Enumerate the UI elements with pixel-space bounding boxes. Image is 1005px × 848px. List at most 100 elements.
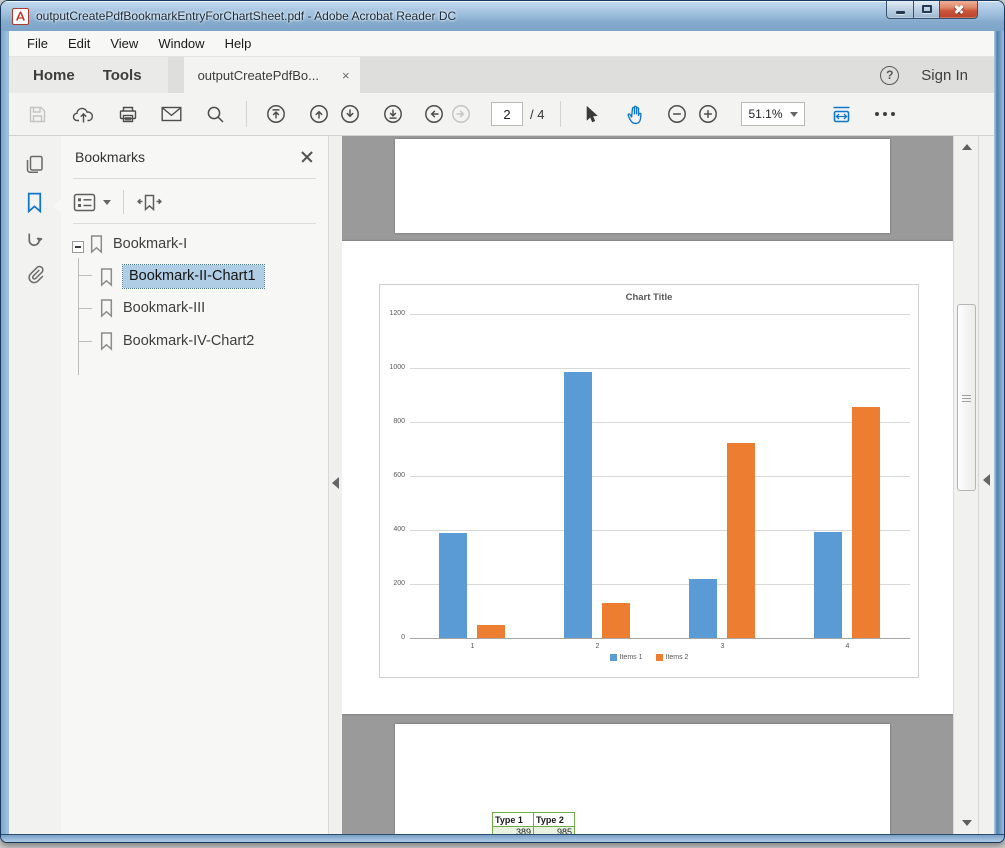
bookmark-options-icon[interactable] (73, 192, 111, 213)
chart-bar (477, 625, 505, 639)
help-icon[interactable]: ? (880, 66, 899, 85)
menu-edit[interactable]: Edit (58, 32, 100, 55)
zoom-in-icon[interactable] (698, 104, 718, 124)
bookmark-item[interactable]: Bookmark-IV-Chart2 (99, 331, 254, 351)
scrollbar-thumb[interactable] (957, 304, 976, 491)
y-tick-label: 1200 (380, 310, 405, 317)
tab-bar: Home Tools outputCreatePdfBo... × ? Sign… (9, 57, 994, 93)
first-page-icon[interactable] (266, 104, 286, 124)
app-window: outputCreatePdfBookmarkEntryForChartShee… (0, 0, 1005, 843)
document-pane[interactable]: Chart Title Items 1Items 2 0 200 400 600 800… (342, 136, 953, 834)
expand-tools-pane-icon[interactable] (983, 474, 990, 486)
bar-chart: Chart Title Items 1Items 2 0 200 400 600 800… (379, 284, 919, 678)
back-icon[interactable] (424, 104, 444, 124)
bookmarks-toolbar (73, 187, 163, 217)
select-tool-icon[interactable] (582, 105, 599, 124)
tab-close-icon[interactable]: × (342, 68, 350, 83)
signatures-icon[interactable] (24, 230, 45, 251)
chart-bar (689, 579, 717, 638)
tab-home[interactable]: Home (19, 57, 89, 93)
chart-bar (814, 532, 842, 638)
pdf-page-1 (395, 139, 890, 233)
expand-current-bookmark-icon[interactable] (136, 191, 163, 214)
close-icon (953, 3, 965, 15)
chart-title: Chart Title (380, 292, 918, 303)
pdf-page-2: Chart Title Items 1Items 2 0 200 400 600 800… (342, 241, 953, 714)
share-upload-icon[interactable] (72, 105, 95, 124)
chart-legend: Items 1Items 2 (380, 654, 918, 661)
menu-window[interactable]: Window (148, 32, 214, 55)
gridline (410, 476, 910, 477)
tab-document-label: outputCreatePdfBo... (198, 68, 319, 83)
panel-splitter[interactable] (328, 136, 342, 834)
minimize-button[interactable] (886, 0, 913, 19)
y-tick-label: 400 (380, 526, 405, 533)
legend-item: Items 1 (610, 654, 643, 661)
tools-pane-strip[interactable] (978, 136, 994, 834)
hand-tool-icon[interactable] (625, 104, 646, 125)
maximize-button[interactable] (913, 0, 940, 19)
title-bar[interactable]: outputCreatePdfBookmarkEntryForChartShee… (1, 1, 1004, 31)
chart-bar (602, 603, 630, 638)
page-thumbnails-icon[interactable] (24, 154, 45, 175)
bookmarks-tree: Bookmark-I Bookmark-II-Chart1 Bookmark-I… (61, 232, 328, 532)
bookmark-label: Bookmark-IV-Chart2 (123, 333, 254, 349)
email-icon[interactable] (161, 106, 182, 122)
vertical-scrollbar[interactable] (953, 136, 978, 834)
last-page-icon[interactable] (383, 104, 403, 124)
save-icon[interactable] (28, 105, 47, 124)
next-page-icon[interactable] (340, 104, 360, 124)
bookmark-icon (99, 267, 114, 287)
scroll-down-icon[interactable] (962, 820, 972, 826)
zoom-level-value: 51.1% (748, 107, 782, 121)
attachments-paperclip-icon[interactable] (24, 264, 46, 286)
y-tick-label: 1000 (380, 364, 405, 371)
gridline (410, 422, 910, 423)
close-button[interactable] (940, 0, 978, 19)
zoom-level-select[interactable]: 51.1% (741, 102, 805, 126)
chevron-down-icon (103, 200, 111, 205)
x-tick-label: 4 (836, 643, 860, 650)
scroll-up-icon[interactable] (962, 144, 972, 150)
y-tick-label: 600 (380, 472, 405, 479)
sign-in-button[interactable]: Sign In (921, 67, 968, 84)
y-tick-label: 0 (380, 634, 405, 641)
legend-swatch (610, 654, 617, 661)
table-cell: 389 (493, 827, 534, 835)
gridline (410, 314, 910, 315)
page-number-input[interactable] (491, 102, 523, 126)
y-tick-label: 800 (380, 418, 405, 425)
bookmark-label: Bookmark-III (123, 300, 205, 316)
print-icon[interactable] (118, 105, 138, 124)
zoom-out-icon[interactable] (667, 104, 687, 124)
search-icon[interactable] (206, 105, 225, 124)
menu-file[interactable]: File (17, 32, 58, 55)
x-tick-label: 3 (711, 643, 735, 650)
y-tick-label: 200 (380, 580, 405, 587)
window-controls (886, 0, 978, 19)
previous-page-icon[interactable] (309, 104, 329, 124)
more-tools-icon[interactable] (875, 112, 895, 116)
bookmark-item[interactable]: Bookmark-III (99, 298, 205, 318)
bookmarks-panel-icon[interactable] (24, 191, 45, 214)
tab-document[interactable]: outputCreatePdfBo... × (184, 57, 360, 93)
bookmark-icon (99, 298, 114, 318)
gridline (410, 368, 910, 369)
menu-view[interactable]: View (100, 32, 148, 55)
tab-tools[interactable]: Tools (89, 57, 156, 93)
x-axis-line (410, 638, 910, 639)
chevron-down-icon (790, 112, 798, 117)
chart-bar (564, 372, 592, 638)
menu-help[interactable]: Help (215, 32, 262, 55)
bookmark-item-selected[interactable]: Bookmark-II-Chart1 (99, 265, 264, 288)
data-table: Type 1 Type 2 389 985 (492, 812, 575, 834)
panel-close-icon[interactable] (300, 150, 314, 164)
forward-icon[interactable] (451, 104, 471, 124)
bookmark-item-root[interactable]: Bookmark-I (89, 234, 187, 254)
bookmarks-panel-title: Bookmarks (75, 149, 145, 165)
app-tabs-group: Home Tools (9, 57, 168, 93)
chart-bar (852, 407, 880, 638)
collapse-panel-icon[interactable] (332, 477, 339, 489)
collapse-toggle-icon[interactable] (72, 241, 84, 253)
fit-width-icon[interactable] (831, 105, 852, 124)
